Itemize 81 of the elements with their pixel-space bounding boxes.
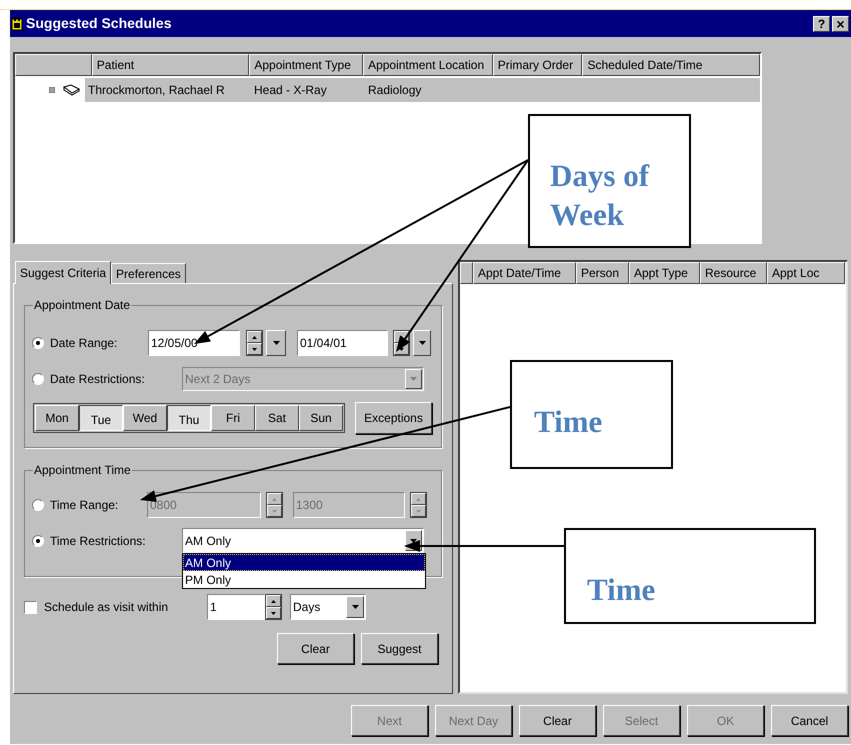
input-field[interactable]: 12/05/00 (148, 330, 240, 356)
dialog-button[interactable]: Clear (519, 705, 596, 736)
radio-button[interactable] (32, 337, 44, 349)
action-button[interactable]: Clear (277, 633, 354, 664)
column-header[interactable] (15, 54, 92, 76)
down-arrow-icon (252, 348, 257, 350)
spinner-control[interactable] (266, 492, 283, 518)
table-row[interactable]: Throckmorton, Rachael R Head - X-Ray Radiology (85, 78, 760, 102)
radio-label: Date Range: (50, 335, 118, 352)
action-button[interactable]: Suggest (361, 633, 438, 664)
group-title: Appointment Time (33, 462, 132, 479)
tab[interactable]: Preferences (111, 263, 186, 283)
day-toggle[interactable]: Sat (255, 405, 299, 431)
window-icon (11, 16, 23, 30)
tree-node-icon[interactable] (49, 87, 55, 93)
dropdown-button[interactable] (346, 596, 364, 618)
table-cell-text: Radiology (367, 82, 422, 99)
column-header[interactable]: Person (576, 262, 629, 284)
dropdown-field[interactable]: AM Only (182, 528, 424, 553)
radio-label: Time Restrictions: (50, 532, 146, 550)
input-field[interactable]: 1 (207, 594, 265, 620)
down-arrow-icon (272, 510, 277, 512)
dropdown-value: Days (292, 599, 322, 616)
spinner-control[interactable] (246, 330, 263, 356)
down-arrow-icon (271, 612, 276, 614)
down-arrow-icon (416, 510, 421, 512)
dropdown-value: Next 2 Days (184, 371, 252, 388)
help-button[interactable]: ? (813, 16, 830, 32)
column-header[interactable]: Appt Type (629, 262, 700, 284)
checkbox-label: Schedule as visit within (44, 599, 170, 616)
dropdown-button[interactable] (266, 330, 286, 356)
column-header[interactable]: Primary Order (492, 54, 582, 76)
up-arrow-icon (416, 498, 421, 500)
column-header[interactable]: Appointment Location (363, 54, 493, 76)
caret-icon (410, 538, 417, 542)
checkbox[interactable] (24, 600, 37, 614)
dialog-button[interactable]: Cancel (771, 705, 848, 736)
radio-button[interactable] (32, 499, 44, 511)
column-header[interactable]: Resource (700, 262, 767, 284)
spinner-control[interactable] (410, 492, 427, 518)
caret-icon (352, 605, 358, 609)
column-header[interactable] (460, 262, 473, 284)
dropdown-option[interactable]: AM Only (183, 554, 425, 571)
day-toggle[interactable]: Thu (167, 405, 211, 431)
table-cell-text: Throckmorton, Rachael R (87, 82, 226, 99)
day-toggle[interactable]: Tue (79, 405, 123, 431)
up-arrow-icon (272, 498, 277, 500)
up-arrow-icon (271, 600, 276, 602)
window-title: Suggested Schedules (26, 14, 172, 33)
callout-text: Time (534, 403, 604, 441)
callout-text: Time (587, 571, 656, 609)
column-header[interactable]: Scheduled Date/Time (582, 54, 760, 76)
radio-label: Time Range: (50, 497, 118, 514)
table-cell-text: Head - X-Ray (253, 82, 328, 99)
radio-label: Date Restrictions: (50, 371, 145, 388)
up-arrow-icon (252, 336, 257, 338)
caret-icon (410, 377, 417, 381)
radio-button[interactable] (32, 373, 44, 385)
day-toggle[interactable]: Wed (123, 405, 167, 431)
close-button[interactable]: × (832, 16, 849, 32)
day-toggle[interactable]: Mon (35, 405, 79, 431)
input-field[interactable]: 01/04/01 (297, 330, 388, 356)
spinner-control[interactable] (265, 594, 282, 620)
column-header[interactable]: Appt Loc (767, 262, 845, 284)
dropdown-field[interactable]: Days (290, 594, 366, 620)
dropdown-option[interactable]: PM Only (183, 571, 425, 588)
column-header[interactable]: Patient (92, 54, 250, 76)
column-header[interactable]: Appt Date/Time (473, 262, 576, 284)
dropdown-button[interactable] (413, 330, 431, 356)
dropdown-value: AM Only (184, 532, 232, 550)
column-header[interactable]: Appointment Type (249, 54, 364, 76)
exceptions-button[interactable]: Exceptions (355, 402, 432, 434)
tab[interactable]: Suggest Criteria (15, 261, 112, 284)
group-title: Appointment Date (33, 297, 132, 314)
callout-text: Days of Week (550, 157, 650, 234)
book-icon (63, 84, 81, 96)
day-toggle[interactable]: Fri (211, 405, 255, 431)
radio-button[interactable] (32, 534, 44, 546)
caret-icon (272, 341, 280, 345)
day-toggle[interactable]: Sun (299, 405, 343, 431)
caret-icon (418, 341, 426, 345)
